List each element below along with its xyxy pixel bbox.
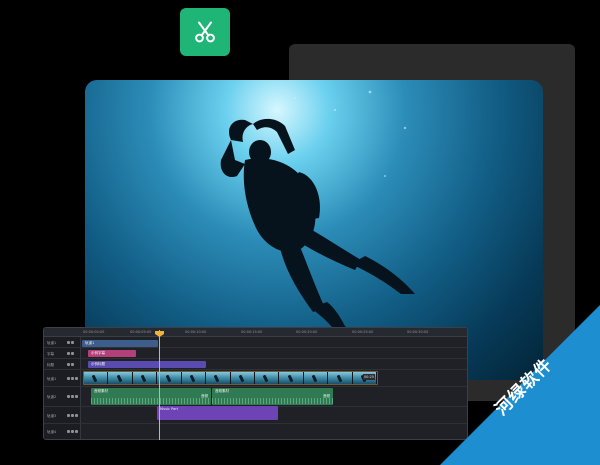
ruler-tick: 00:00:05:00 (130, 330, 152, 334)
track-row: 轨道4 (44, 424, 467, 439)
subtitle-clip[interactable]: 示例字幕 (88, 350, 136, 357)
eye-icon[interactable] (67, 341, 70, 344)
track-controls[interactable] (67, 414, 79, 417)
audio-clip-label: 音频素材 (94, 389, 108, 393)
speaker-icon[interactable] (75, 377, 78, 380)
ruler-tick: 00:00:25:00 (352, 330, 374, 334)
track-label: 轨道1 (47, 341, 57, 345)
ruler-tick: 00:00:15:00 (241, 330, 263, 334)
track-controls[interactable] (67, 352, 79, 355)
audio-clip[interactable]: 音频素材 音频 (212, 388, 333, 405)
lock-icon[interactable] (71, 430, 74, 433)
timeline-ruler[interactable]: 00:00:00:00 00:00:05:00 00:00:10:00 00:0… (44, 328, 467, 337)
track-controls[interactable] (67, 377, 79, 380)
video-thumbnails (84, 372, 377, 384)
audio-clip[interactable]: Music Part (157, 406, 278, 420)
speaker-icon[interactable] (75, 414, 78, 417)
track-label: 轨道3 (47, 414, 57, 418)
ruler-tick: 00:00:00:00 (83, 330, 105, 334)
track-controls[interactable] (67, 395, 79, 398)
audio-waveform (91, 398, 211, 404)
audio-waveform (212, 398, 333, 404)
timeline-clip[interactable]: 轨道1 (82, 340, 158, 347)
track-label: 标题 (47, 363, 54, 367)
audio-clip-label: 音频素材 (215, 389, 229, 393)
track-label: 轨道2 (47, 395, 57, 399)
speaker-icon[interactable] (75, 430, 78, 433)
scissors-icon (195, 21, 215, 43)
speaker-icon[interactable] (75, 395, 78, 398)
video-clip[interactable]: 00:25 (83, 371, 378, 385)
audio-clip-label: Music Part (160, 407, 178, 411)
timeline-panel[interactable]: 00:00:00:00 00:00:05:00 00:00:10:00 00:0… (43, 327, 468, 440)
lock-icon[interactable] (71, 352, 74, 355)
lock-icon[interactable] (71, 363, 74, 366)
eye-icon[interactable] (67, 377, 70, 380)
audio-clip[interactable]: 音频素材 音频 (91, 388, 211, 405)
playhead[interactable] (159, 330, 160, 440)
eye-icon[interactable] (67, 395, 70, 398)
ruler-tick: 00:00:20:00 (296, 330, 318, 334)
track-label: 字幕 (47, 352, 54, 356)
lock-icon[interactable] (71, 414, 74, 417)
eye-icon[interactable] (67, 352, 70, 355)
track-controls[interactable] (67, 363, 79, 366)
lock-icon[interactable] (71, 377, 74, 380)
eye-icon[interactable] (67, 363, 70, 366)
eye-icon[interactable] (67, 414, 70, 417)
lock-icon[interactable] (71, 341, 74, 344)
ruler-tick: 00:00:30:00 (407, 330, 429, 334)
track-label: 轨道1 (47, 377, 57, 381)
eye-icon[interactable] (67, 430, 70, 433)
app-logo-icon (180, 8, 230, 56)
lock-icon[interactable] (71, 395, 74, 398)
clip-duration: 00:25 (362, 374, 375, 380)
title-clip[interactable]: 示例标题 (88, 361, 206, 368)
track-controls[interactable] (67, 341, 79, 344)
ruler-tick: 00:00:10:00 (185, 330, 207, 334)
track-controls[interactable] (67, 430, 79, 433)
track-label: 轨道4 (47, 430, 57, 434)
